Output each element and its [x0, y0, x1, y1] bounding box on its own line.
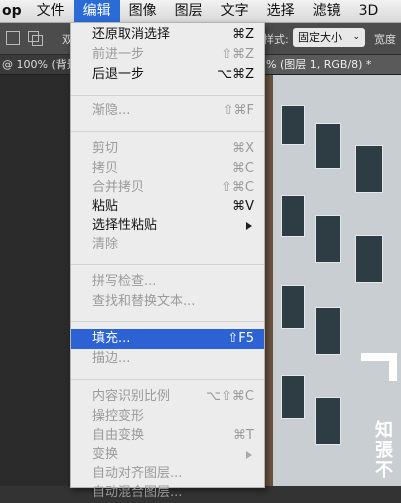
menu-item-label: 选择性粘贴: [92, 218, 158, 233]
canvas-text: 張: [375, 440, 393, 461]
document-tab-active[interactable]: % (图层 1, RGB/8) *: [263, 55, 401, 74]
window: [315, 215, 341, 263]
submenu-arrow-icon: [246, 451, 252, 459]
menu-item-shortcut: ⌘T: [233, 428, 254, 443]
menu-image[interactable]: 图像: [120, 0, 166, 22]
menu-item-label: 拷贝: [92, 161, 119, 176]
menu-separator: [71, 379, 264, 380]
menu-item-label: 内容识别比例: [92, 389, 171, 404]
canvas-text: 不: [375, 460, 393, 481]
menu-item-shortcut: ⇧⌘C: [221, 180, 254, 195]
menu-item-label: 填充...: [92, 331, 131, 346]
window: [315, 123, 341, 169]
menu-item-auto-blend[interactable]: 自动混合图层...: [71, 483, 264, 503]
menu-item-label: 描边...: [92, 351, 131, 366]
menu-item-label: 拼写检查...: [92, 274, 157, 289]
white-shape: [389, 353, 397, 381]
menu-item-clear[interactable]: 清除: [71, 235, 264, 255]
menu-item-copy-merged[interactable]: 合并拷贝 ⇧⌘C: [71, 178, 264, 198]
menu-3d[interactable]: 3D: [350, 0, 388, 22]
menu-item-label: 粘贴: [92, 199, 119, 214]
menu-select[interactable]: 选择: [258, 0, 304, 22]
menu-item-shortcut: ⌥⌘Z: [217, 67, 254, 82]
style-select[interactable]: 固定大小 ⌄: [293, 28, 365, 47]
window: [315, 397, 341, 445]
menu-item-fill[interactable]: 填充... ⇧F5: [71, 329, 264, 349]
menu-item-free-transform[interactable]: 自由变换 ⌘T: [71, 426, 264, 446]
window: [355, 145, 383, 193]
menu-item-shortcut: ⇧⌘F: [222, 103, 254, 118]
menu-item-shortcut: ⌘X: [232, 141, 254, 156]
menu-filter[interactable]: 滤镜: [304, 0, 350, 22]
window: [355, 235, 383, 283]
menu-item-auto-align[interactable]: 自动对齐图层...: [71, 464, 264, 484]
menu-item-label: 清除: [92, 237, 119, 252]
style-select-value: 固定大小: [298, 31, 342, 44]
menu-item-stroke[interactable]: 描边...: [71, 349, 264, 369]
menu-item-puppet-warp[interactable]: 操控变形: [71, 407, 264, 427]
menu-item-label: 合并拷贝: [92, 180, 145, 195]
menu-item-fade[interactable]: 渐隐... ⇧⌘F: [71, 101, 264, 121]
menu-separator: [71, 264, 264, 265]
canvas-text: 知: [375, 420, 393, 441]
menu-item-label: 渐隐...: [92, 103, 131, 118]
width-label: 宽度: [374, 33, 396, 46]
menu-item-shortcut: ⌥⇧⌘C: [206, 389, 254, 404]
submenu-arrow-icon: [246, 222, 252, 230]
menu-item-shortcut: ⌘C: [231, 161, 254, 176]
style-label: 样式:: [263, 33, 289, 46]
window: [281, 285, 305, 329]
menu-separator: [71, 131, 264, 132]
menu-bar: op 文件 编辑 图像 图层 文字 选择 滤镜 3D: [0, 0, 401, 23]
menu-item-undo[interactable]: 还原取消选择 ⌘Z: [71, 25, 264, 45]
menu-separator: [71, 321, 264, 322]
menu-separator: [71, 95, 264, 96]
window: [281, 195, 305, 237]
menu-item-label: 剪切: [92, 141, 119, 156]
menu-item-transform[interactable]: 变换: [71, 445, 264, 465]
menu-item-label: 自由变换: [92, 428, 145, 443]
menu-item-label: 操控变形: [92, 409, 145, 424]
document-tab-background[interactable]: @ 100% (背景: [0, 55, 78, 74]
window: [281, 375, 305, 419]
menu-item-spell-check[interactable]: 拼写检查...: [71, 272, 264, 292]
add-selection-icon-overlay: [32, 35, 43, 46]
menu-item-content-aware-scale[interactable]: 内容识别比例 ⌥⇧⌘C: [71, 387, 264, 407]
menu-item-step-backward[interactable]: 后退一步 ⌥⌘Z: [71, 65, 264, 85]
chevron-down-icon: ⌄: [352, 32, 360, 42]
menu-item-cut[interactable]: 剪切 ⌘X: [71, 139, 264, 159]
edit-menu-dropdown: 还原取消选择 ⌘Z 前进一步 ⇧⌘Z 后退一步 ⌥⌘Z 渐隐... ⇧⌘F 剪切…: [70, 22, 265, 500]
menu-item-label: 自动对齐图层...: [92, 466, 183, 481]
window: [315, 307, 341, 355]
menu-item-shortcut: ⇧F5: [227, 331, 254, 346]
selection-mode-icon[interactable]: [6, 31, 20, 45]
window: [281, 105, 305, 145]
menu-type[interactable]: 文字: [212, 0, 258, 22]
app-menu[interactable]: op: [0, 3, 28, 19]
menu-layer[interactable]: 图层: [166, 0, 212, 22]
menu-item-label: 查找和替换文本...: [92, 294, 196, 309]
menu-item-shortcut: ⇧⌘Z: [221, 47, 254, 62]
menu-item-copy[interactable]: 拷贝 ⌘C: [71, 159, 264, 179]
menu-item-step-forward[interactable]: 前进一步 ⇧⌘Z: [71, 45, 264, 65]
menu-item-label: 变换: [92, 447, 119, 462]
menu-item-label: 还原取消选择: [92, 27, 171, 42]
menu-item-find-replace[interactable]: 查找和替换文本...: [71, 292, 264, 312]
menu-item-shortcut: ⌘V: [232, 199, 254, 214]
menu-file[interactable]: 文件: [28, 0, 74, 22]
menu-item-label: 前进一步: [92, 47, 145, 62]
menu-item-shortcut: ⌘Z: [232, 27, 254, 42]
menu-item-label: 后退一步: [92, 67, 145, 82]
menu-item-label: 自动混合图层...: [92, 485, 183, 500]
document-canvas[interactable]: 知 張 不: [263, 75, 401, 486]
menu-item-paste-special[interactable]: 选择性粘贴: [71, 216, 264, 236]
menu-item-paste[interactable]: 粘贴 ⌘V: [71, 197, 264, 217]
menu-edit[interactable]: 编辑: [73, 0, 120, 22]
